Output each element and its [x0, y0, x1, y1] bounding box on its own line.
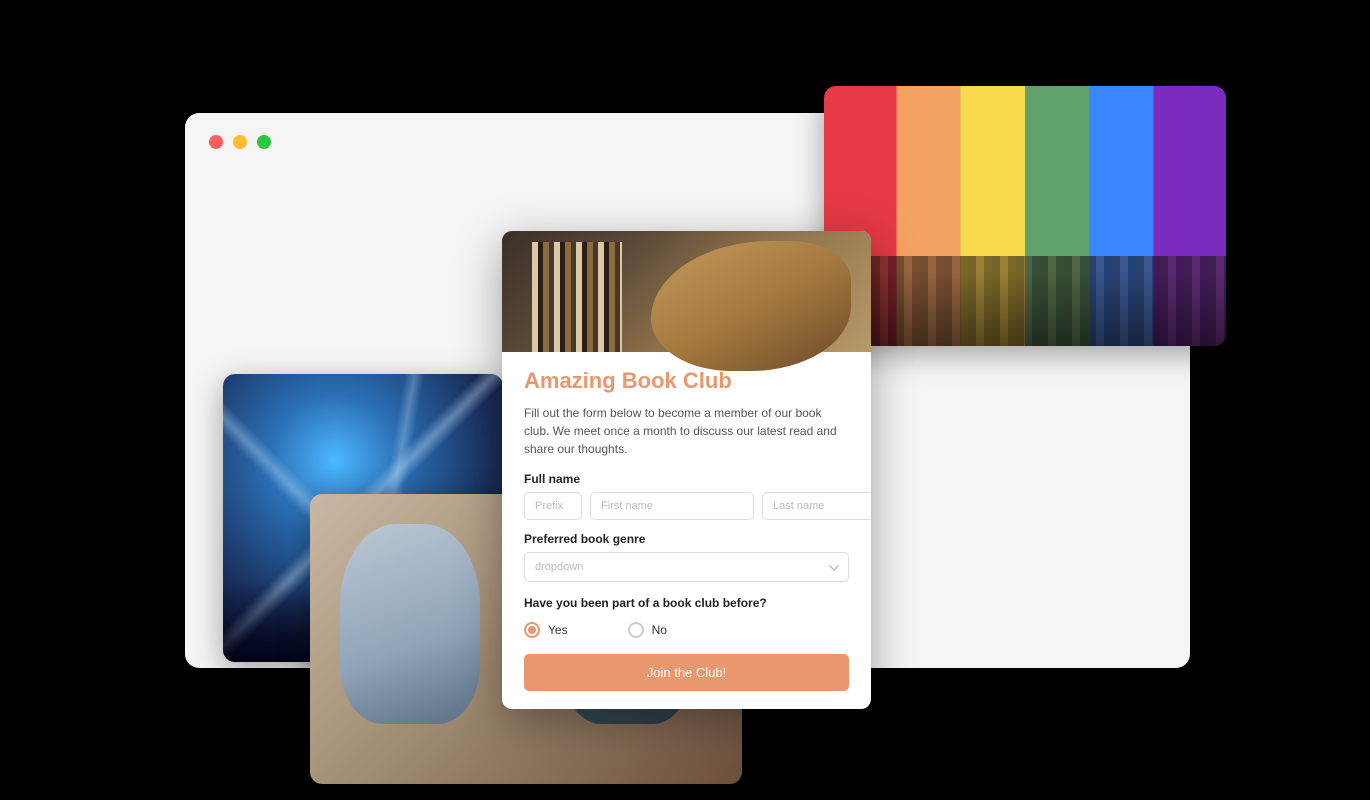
genre-select[interactable]: dropdown [524, 552, 849, 582]
submit-button[interactable]: Join the Club! [524, 654, 849, 691]
fullname-label: Full name [524, 472, 849, 486]
radio-yes[interactable]: Yes [524, 622, 568, 638]
firstname-input[interactable] [590, 492, 754, 520]
radio-no-label: No [652, 623, 667, 637]
maximize-icon[interactable] [257, 135, 271, 149]
prior-club-label: Have you been part of a book club before… [524, 596, 849, 610]
rainbow-crowd-image [824, 86, 1226, 346]
form-hero-image [502, 231, 871, 352]
close-icon[interactable] [209, 135, 223, 149]
form-title: Amazing Book Club [524, 368, 849, 394]
radio-icon [628, 622, 644, 638]
prefix-input[interactable] [524, 492, 582, 520]
radio-no[interactable]: No [628, 622, 667, 638]
genre-label: Preferred book genre [524, 532, 849, 546]
radio-yes-label: Yes [548, 623, 568, 637]
window-controls [209, 135, 271, 149]
signup-form-card: Amazing Book Club Fill out the form belo… [502, 231, 871, 709]
form-description: Fill out the form below to become a memb… [524, 404, 849, 458]
lastname-input[interactable] [762, 492, 871, 520]
minimize-icon[interactable] [233, 135, 247, 149]
radio-icon [524, 622, 540, 638]
